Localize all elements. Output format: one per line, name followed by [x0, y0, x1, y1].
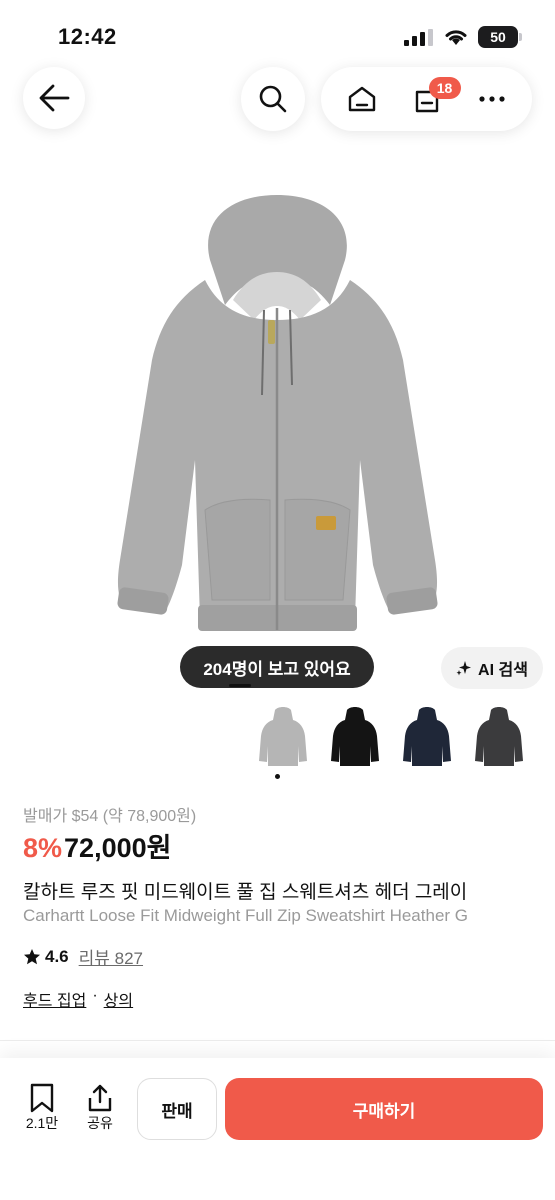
- category-hoodie-zipup[interactable]: 후드 집업: [23, 987, 86, 1011]
- release-price: 발매가 $54 (약 78,900원): [23, 808, 197, 825]
- rating-row: 4.6 리뷰 827: [23, 944, 143, 969]
- category-breadcrumb: 후드 집업 · 상의: [23, 987, 133, 1011]
- battery-tip: [519, 33, 522, 41]
- buy-button[interactable]: 구매하기: [225, 1078, 543, 1140]
- hoodie-black-thumbnail: [331, 707, 379, 766]
- search-button[interactable]: [241, 67, 305, 131]
- share-icon: [88, 1084, 112, 1112]
- hoodie-gray-thumbnail: [259, 707, 307, 766]
- product-title-korean: 칼하트 루즈 핏 미드웨이트 풀 집 스웨트셔츠 헤더 그레이: [23, 882, 468, 903]
- wifi-icon: [445, 30, 467, 45]
- color-thumb-navy[interactable]: [396, 702, 458, 772]
- status-bar: 12:42 50: [0, 0, 555, 70]
- selected-color-dot: [275, 774, 280, 779]
- cellular-signal-icon: [404, 29, 433, 46]
- back-button[interactable]: [23, 67, 85, 129]
- color-options: [252, 702, 532, 772]
- hoodie-navy-thumbnail: [403, 707, 451, 766]
- ai-search-button[interactable]: AI 검색: [441, 647, 543, 689]
- share-button[interactable]: 공유: [80, 1083, 120, 1133]
- viewers-count-pill: 204명이 보고 있어요: [180, 646, 374, 688]
- more-button[interactable]: [464, 71, 520, 127]
- section-divider: [0, 1040, 555, 1041]
- color-thumb-dark-gray[interactable]: [468, 702, 530, 772]
- sell-button[interactable]: 판매: [137, 1078, 217, 1140]
- image-pager-indicator: [229, 684, 251, 687]
- bookmark-icon: [30, 1083, 54, 1113]
- arrow-left-icon: [39, 84, 70, 112]
- star-icon: [24, 948, 40, 964]
- rating-value: 4.6: [45, 946, 69, 966]
- nav-action-group: 18: [321, 67, 532, 131]
- sparkle-icon: [456, 661, 472, 676]
- category-separator: ·: [92, 987, 98, 1004]
- status-time: 12:42: [58, 24, 117, 49]
- product-image[interactable]: [0, 160, 555, 720]
- home-button[interactable]: [334, 71, 390, 127]
- cart-button[interactable]: 18: [399, 71, 461, 127]
- color-thumb-heather-gray[interactable]: [252, 702, 314, 772]
- hoodie-dark-gray-thumbnail: [475, 707, 523, 766]
- reviews-link[interactable]: 리뷰 827: [79, 944, 143, 969]
- wishlist-count: 2.1만: [25, 1115, 59, 1131]
- share-label: 공유: [87, 1115, 113, 1131]
- wishlist-button[interactable]: 2.1만: [22, 1083, 62, 1133]
- price-row: 8% 72,000원: [23, 826, 171, 865]
- category-tops[interactable]: 상의: [104, 987, 133, 1011]
- sale-price: 72,000원: [64, 833, 172, 863]
- cart-badge: 18: [428, 77, 461, 99]
- discount-rate: 8%: [23, 833, 63, 863]
- search-icon: [259, 85, 287, 113]
- more-dots-icon: [478, 96, 505, 102]
- ai-search-label: AI 검색: [478, 662, 528, 679]
- product-title-english: Carhartt Loose Fit Midweight Full Zip Sw…: [23, 906, 469, 925]
- home-icon: [348, 86, 375, 112]
- color-thumb-black[interactable]: [324, 702, 386, 772]
- battery-indicator: 50: [478, 26, 518, 48]
